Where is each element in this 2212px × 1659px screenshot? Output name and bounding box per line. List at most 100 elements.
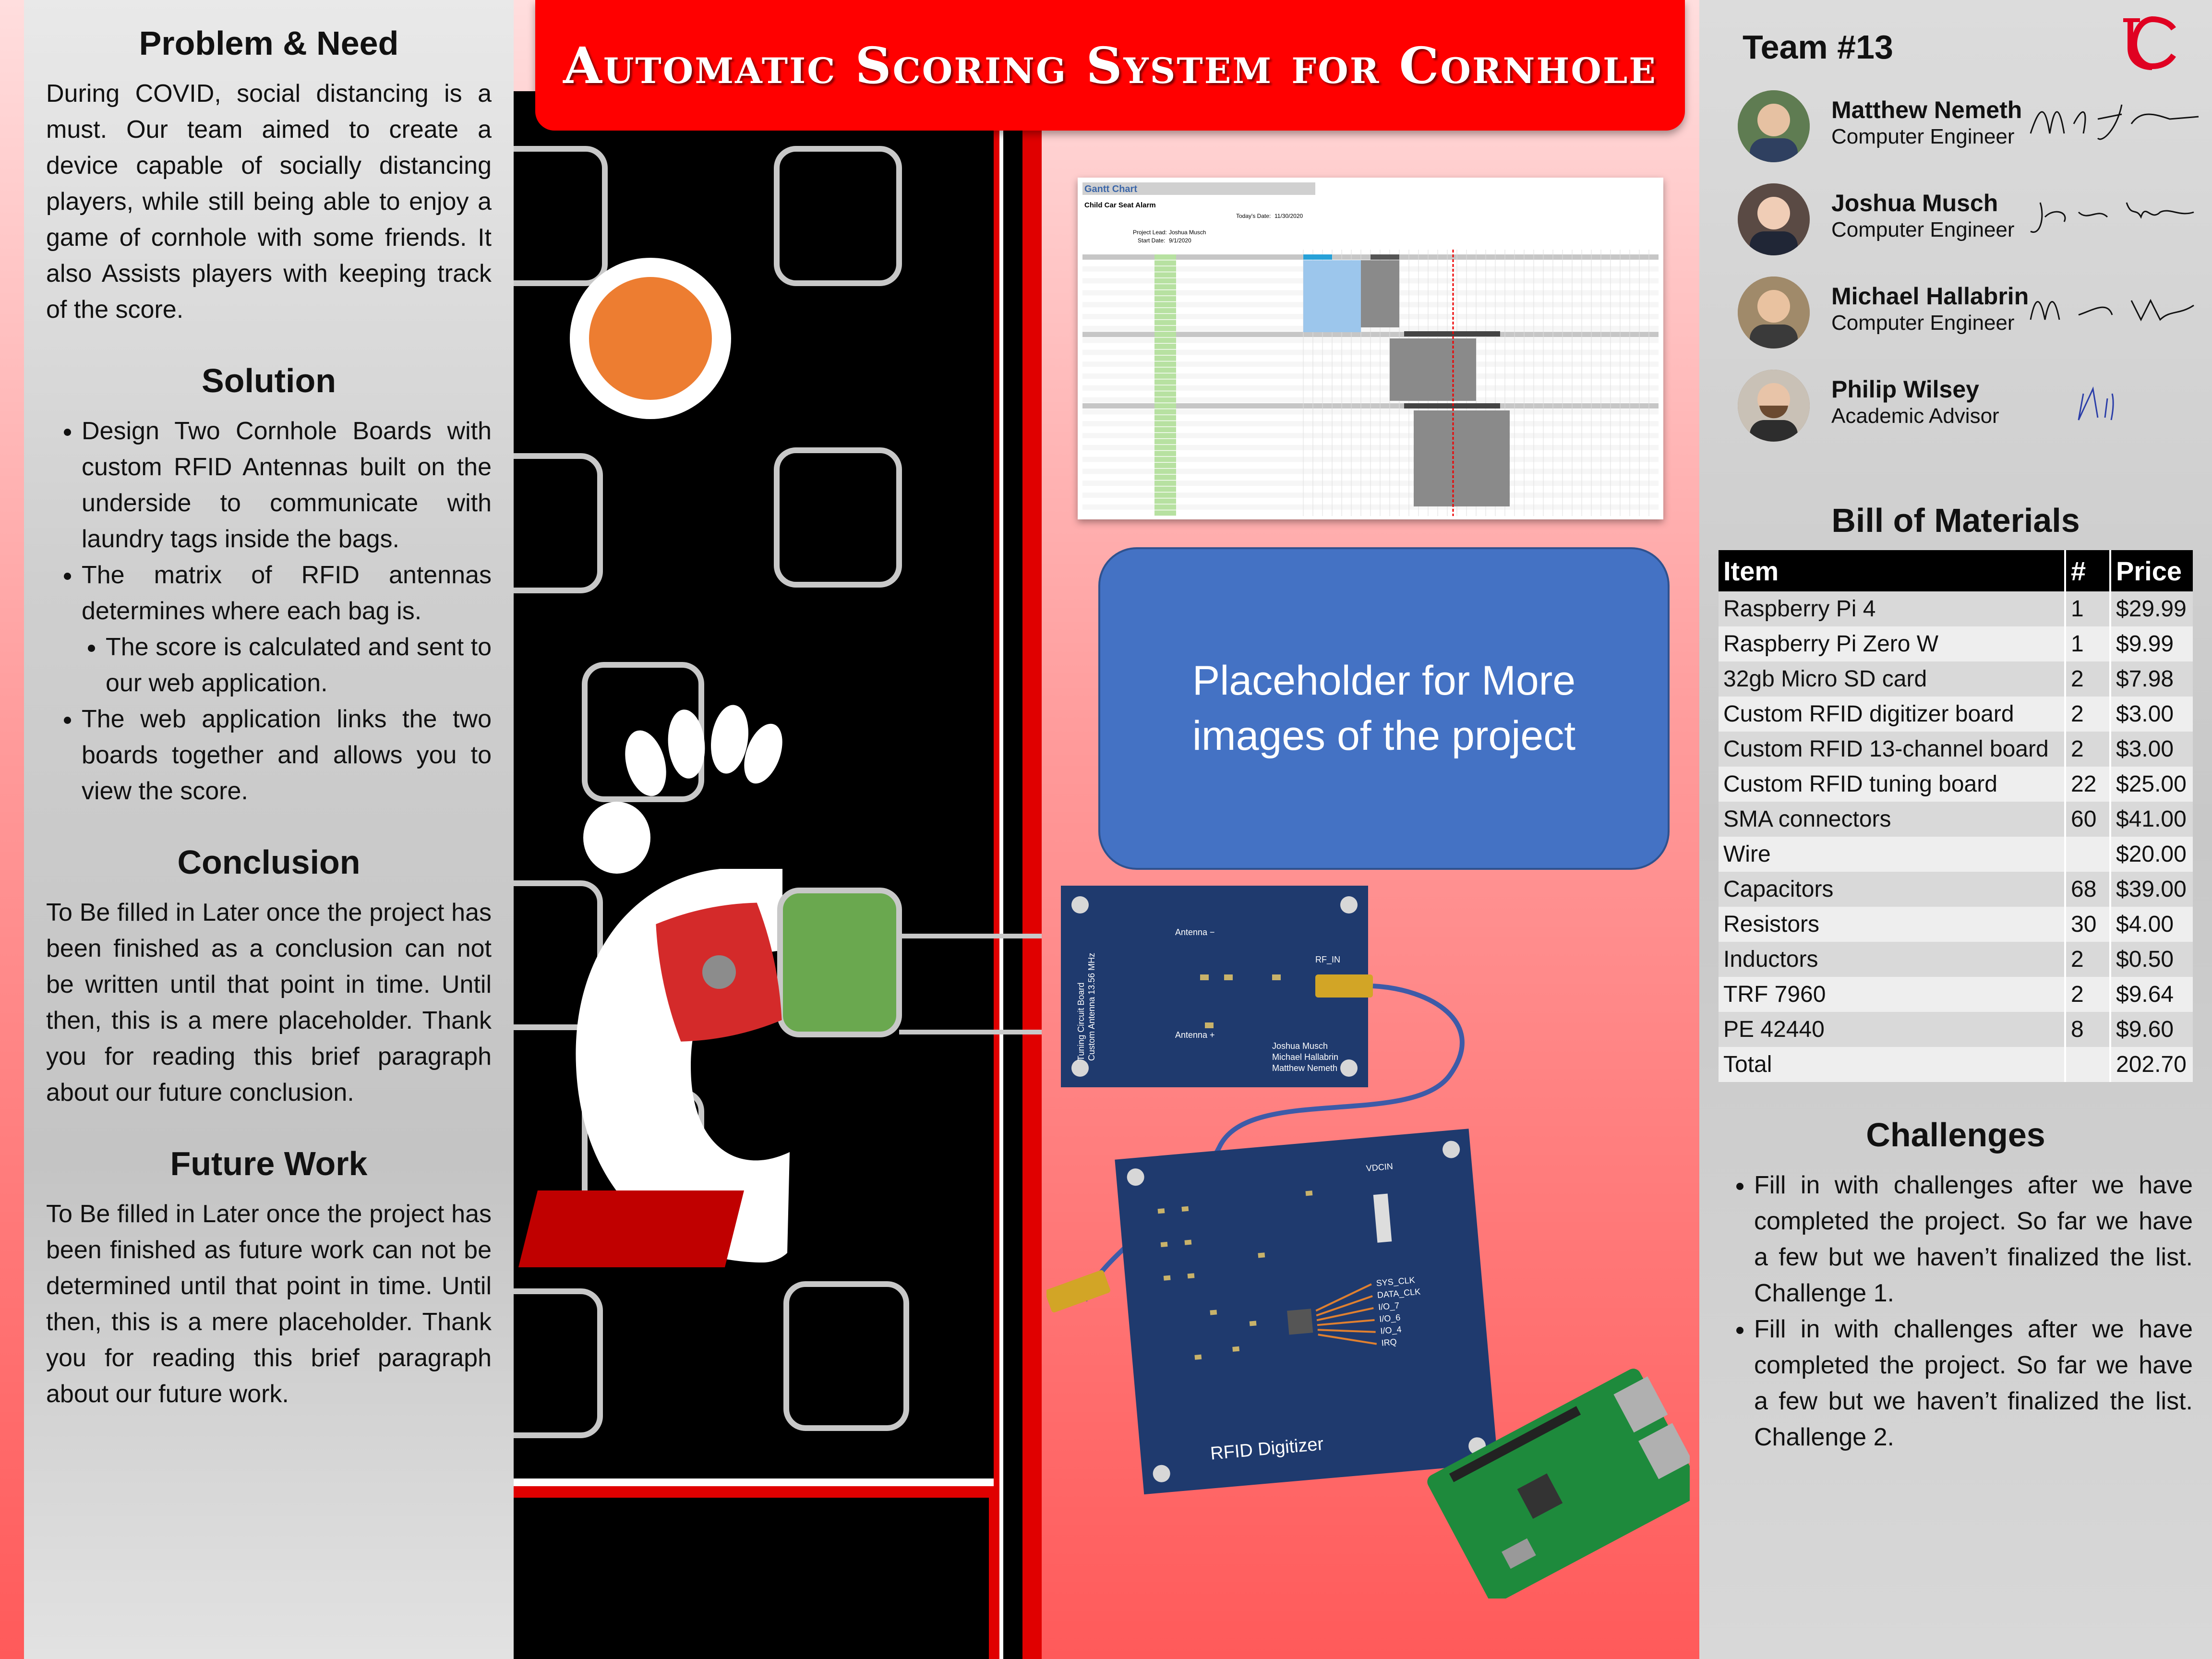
member-name: Philip Wilsey [1831, 376, 1979, 403]
svg-text:IRQ: IRQ [1381, 1337, 1397, 1348]
svg-text:Joshua Musch: Joshua Musch [1169, 229, 1206, 236]
svg-text:Matthew Nemeth: Matthew Nemeth [1272, 1063, 1337, 1073]
bom-row: Custom RFID tuning board 22 $25.00 [1719, 767, 2193, 802]
image-placeholder: Placeholder for More images of the proje… [1098, 547, 1670, 870]
signature [2030, 299, 2194, 322]
bom-table: Item # Price Raspberry Pi 4 1 $29.99 Raspbe… [1719, 550, 2193, 1082]
bom-item-cell: PE 42440 [1719, 1012, 2066, 1047]
member-name: Michael Hallabrin [1831, 283, 2029, 310]
poster-title: Automatic Scoring System for Cornhole [563, 36, 1657, 95]
bom-row: Total 202.70 [1719, 1047, 2193, 1082]
bom-qty-cell [2065, 837, 2111, 872]
bom-qty-cell: 1 [2065, 591, 2111, 626]
gantt-chart-image: Gantt Chart Child Car Seat Alarm Today's… [1078, 178, 1663, 519]
svg-text:RF_IN: RF_IN [1315, 955, 1340, 965]
bom-row: 32gb Micro SD card 2 $7.98 [1719, 661, 2193, 697]
bom-qty-cell: 22 [2065, 767, 2111, 802]
challenges-heading: Challenges [1866, 1116, 2045, 1154]
bom-price-cell: $0.50 [2110, 942, 2193, 977]
solution-bullet: The matrix of RFID antennas determines w… [82, 557, 492, 629]
problem-heading: Problem & Need [139, 24, 399, 62]
svg-text:Project Lead:: Project Lead: [1133, 229, 1167, 236]
member-role: Computer Engineer [1831, 125, 2015, 148]
future-work-text: To Be filled in Later once the project h… [46, 1200, 492, 1408]
bom-qty-cell: 2 [2065, 942, 2111, 977]
bom-price-cell: $3.00 [2110, 697, 2193, 732]
bom-item-cell: Raspberry Pi Zero W [1719, 626, 2066, 661]
solution-bullet: The web application links the two boards… [82, 701, 492, 809]
svg-text:Custom Antenna 13.56 MHz: Custom Antenna 13.56 MHz [1087, 953, 1096, 1061]
team-member: Michael Hallabrin Computer Engineer [1719, 272, 2194, 361]
right-column: Team #13 Matthew Nemeth Computer Enginee… [1699, 0, 2212, 1659]
bom-item-cell: Capacitors [1719, 872, 2066, 907]
bom-row: SMA connectors 60 $41.00 [1719, 802, 2193, 837]
bom-qty-cell [2065, 1047, 2111, 1082]
member-name: Joshua Musch [1831, 190, 1998, 216]
solution-heading: Solution [202, 362, 336, 399]
member-role: Computer Engineer [1831, 311, 2015, 335]
bom-row: Custom RFID digitizer board 2 $3.00 [1719, 697, 2193, 732]
bom-qty-cell: 30 [2065, 907, 2111, 942]
bom-price-cell: $3.00 [2110, 732, 2193, 767]
future-work-heading: Future Work [170, 1145, 368, 1182]
bom-qty-cell: 2 [2065, 697, 2111, 732]
bom-row: PE 42440 8 $9.60 [1719, 1012, 2193, 1047]
bom-qty-cell: 2 [2065, 732, 2111, 767]
member-avatar [1738, 90, 1810, 162]
bom-item-cell: Resistors [1719, 907, 2066, 942]
bom-price-cell: $9.99 [2110, 626, 2193, 661]
member-role: Computer Engineer [1831, 218, 2015, 241]
bom-row: Wire $20.00 [1719, 837, 2193, 872]
svg-text:11/30/2020: 11/30/2020 [1274, 213, 1303, 219]
bom-row: Resistors 30 $4.00 [1719, 907, 2193, 942]
svg-text:Michael Hallabrin: Michael Hallabrin [1272, 1052, 1338, 1062]
title-banner: Automatic Scoring System for Cornhole [535, 0, 1685, 131]
left-column: Problem & Need During COVID, social dist… [24, 0, 514, 1659]
bom-price-cell: $25.00 [2110, 767, 2193, 802]
bom-item-cell: 32gb Micro SD card [1719, 661, 2066, 697]
bom-heading: Bill of Materials [1831, 502, 2080, 539]
challenge-bullet: Fill in with challenges after we have co… [1754, 1311, 2193, 1455]
signature [2030, 202, 2194, 233]
solution-bullet: Design Two Cornhole Boards with custom R… [82, 413, 492, 557]
member-avatar [1738, 183, 1810, 255]
bom-item-cell: Wire [1719, 837, 2066, 872]
bom-qty-cell: 8 [2065, 1012, 2111, 1047]
bom-row: TRF 7960 2 $9.64 [1719, 977, 2193, 1012]
gantt-header: Gantt Chart [1084, 184, 1137, 194]
svg-text:Joshua Musch: Joshua Musch [1272, 1041, 1328, 1051]
bom-item-cell: Custom RFID 13-channel board [1719, 732, 2066, 767]
conclusion-heading: Conclusion [177, 843, 361, 881]
bom-price-cell: 202.70 [2110, 1047, 2193, 1082]
bom-qty-cell: 2 [2065, 661, 2111, 697]
bom-item-cell: Raspberry Pi 4 [1719, 591, 2066, 626]
bom-price-cell: $39.00 [2110, 872, 2193, 907]
bom-qty-cell: 68 [2065, 872, 2111, 907]
svg-text:Antenna −: Antenna − [1175, 927, 1215, 937]
bom-qty-cell: 2 [2065, 977, 2111, 1012]
svg-text:9/1/2020: 9/1/2020 [1169, 237, 1191, 244]
bom-qty-cell: 1 [2065, 626, 2111, 661]
bom-row: Capacitors 68 $39.00 [1719, 872, 2193, 907]
member-avatar [1738, 276, 1810, 349]
member-avatar [1738, 370, 1810, 442]
bom-item-cell: TRF 7960 [1719, 977, 2066, 1012]
bom-item-cell: SMA connectors [1719, 802, 2066, 837]
bom-item-cell: Total [1719, 1047, 2066, 1082]
member-role: Academic Advisor [1831, 404, 1999, 428]
problem-text: During COVID, social distancing is a mus… [46, 80, 492, 324]
bom-price-cell: $9.64 [2110, 977, 2193, 1012]
cornhole-board-illustration [514, 91, 1042, 1659]
bom-row: Inductors 2 $0.50 [1719, 942, 2193, 977]
bom-item-cell: Inductors [1719, 942, 2066, 977]
svg-text:Tuning Circuit Board: Tuning Circuit Board [1076, 983, 1086, 1061]
bom-item-cell: Custom RFID tuning board [1719, 767, 2066, 802]
bom-qty-cell: 60 [2065, 802, 2111, 837]
bom-price-cell: $4.00 [2110, 907, 2193, 942]
signature [2078, 386, 2114, 421]
gantt-project: Child Car Seat Alarm [1084, 201, 1156, 209]
uc-logo-icon [2123, 16, 2176, 70]
bom-item-cell: Custom RFID digitizer board [1719, 697, 2066, 732]
pcb-illustration: Antenna − Antenna + RF_IN Custom Antenna… [1046, 886, 1690, 1599]
bom-price-cell: $9.60 [2110, 1012, 2193, 1047]
